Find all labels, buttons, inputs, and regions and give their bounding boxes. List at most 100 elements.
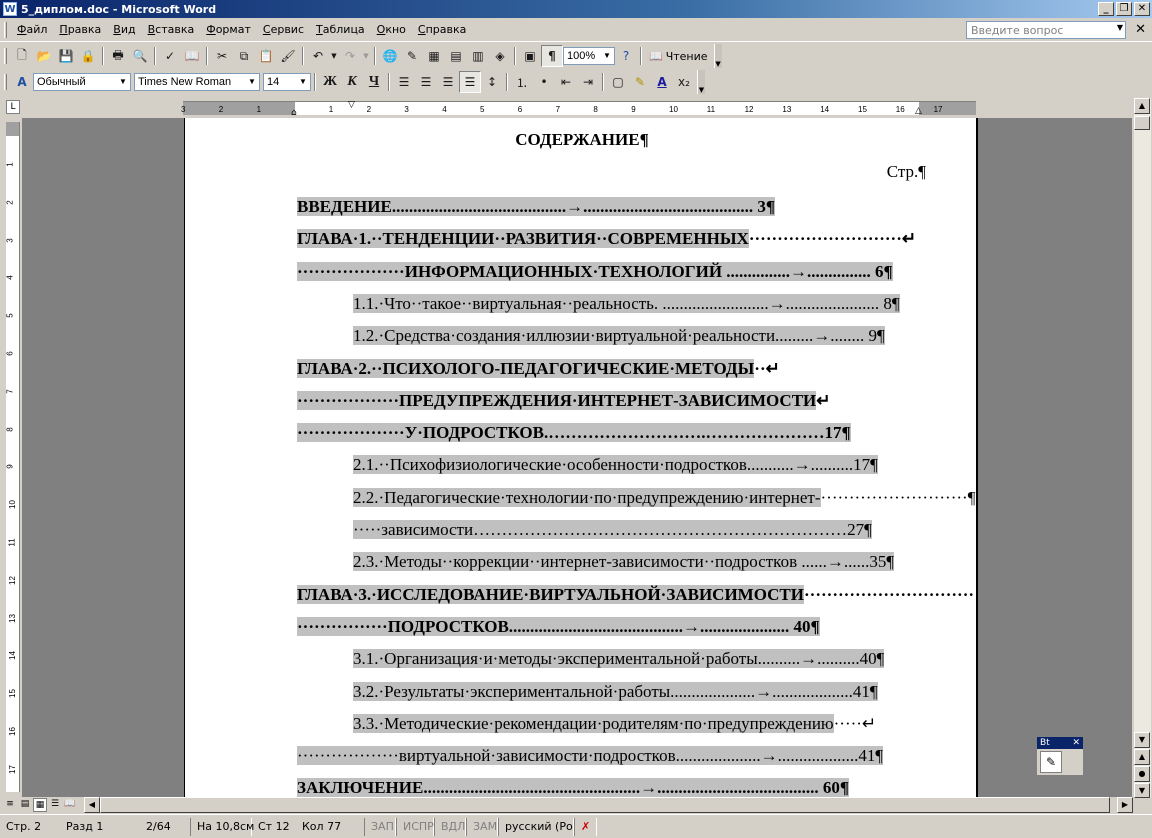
- status-extend[interactable]: ВДЛ: [434, 817, 466, 836]
- chevron-down-icon[interactable]: ▼: [117, 75, 129, 89]
- align-left-icon[interactable]: ☰: [393, 71, 415, 93]
- menu-item[interactable]: Формат: [200, 21, 257, 38]
- status-language[interactable]: русский (Ро: [498, 817, 574, 836]
- browse-object-button[interactable]: ●: [1134, 766, 1150, 782]
- toc-entry[interactable]: ГЛАВА·2.··ПСИХОЛОГО-ПЕДАГОГИЧЕСКИЕ·МЕТОД…: [297, 358, 780, 380]
- status-overtype[interactable]: ЗАМ: [466, 817, 498, 836]
- minimize-button[interactable]: _: [1098, 2, 1114, 16]
- maximize-button[interactable]: ❐: [1116, 2, 1132, 16]
- hyperlink-icon[interactable]: 🌐: [379, 45, 401, 67]
- menu-grip[interactable]: [4, 21, 7, 38]
- toc-entry[interactable]: 1.1.·Что··такое··виртуальная··реальность…: [353, 293, 900, 315]
- toc-entry[interactable]: ················ПОДРОСТКОВ..............…: [297, 616, 820, 638]
- toc-entry[interactable]: 3.3.·Методические·рекомендации·родителям…: [353, 713, 876, 735]
- paste-icon[interactable]: 📋: [255, 45, 277, 67]
- help-search-input[interactable]: Введите вопрос ▼: [966, 21, 1126, 39]
- document-area[interactable]: СОДЕРЖАНИЕ¶ Стр.¶ ВВЕДЕНИЕ..............…: [22, 118, 1132, 798]
- normal-view-icon[interactable]: ≡: [3, 798, 17, 812]
- vertical-ruler[interactable]: 1 2 3 4 5 6 7 8 9 10 11 12 13 14 15 16 17: [6, 122, 20, 792]
- redo-dropdown-icon[interactable]: ▼: [361, 45, 371, 67]
- status-position[interactable]: На 10,8см: [190, 817, 254, 836]
- toolbar-options-icon[interactable]: ▼: [713, 44, 722, 68]
- decrease-indent-icon[interactable]: ⇤: [555, 71, 577, 93]
- undo-dropdown-icon[interactable]: ▼: [329, 45, 339, 67]
- toc-entry[interactable]: ··················ПРЕДУПРЕЖДЕНИЯ·ИНТЕРНЕ…: [297, 390, 831, 412]
- chevron-down-icon[interactable]: ▼: [1117, 23, 1123, 32]
- status-column[interactable]: Кол 77: [296, 818, 364, 836]
- toc-entry[interactable]: ГЛАВА·3.·ИССЛЕДОВАНИЕ·ВИРТУАЛЬНОЙ·ЗАВИСИ…: [297, 584, 974, 606]
- font-select[interactable]: Times New Roman ▼: [134, 73, 260, 91]
- insert-table-icon[interactable]: ▦: [423, 45, 445, 67]
- web-view-icon[interactable]: ▤: [18, 798, 32, 812]
- menu-item[interactable]: Сервис: [257, 21, 310, 38]
- zoom-select[interactable]: 100% ▼: [563, 47, 615, 65]
- status-pages[interactable]: 2/64: [140, 818, 190, 836]
- help-icon[interactable]: ?: [615, 45, 637, 67]
- print-icon[interactable]: 🖶: [107, 45, 129, 67]
- scroll-left-button[interactable]: ◀: [84, 797, 100, 813]
- tab-selector[interactable]: L: [6, 100, 20, 114]
- menu-item[interactable]: Правка: [53, 21, 107, 38]
- toc-entry[interactable]: 2.2.·Педагогические·технологии·по·предуп…: [353, 487, 975, 509]
- toc-entry[interactable]: ···················У·ПОДРОСТКОВ.………………………: [297, 422, 851, 444]
- scroll-thumb[interactable]: [1134, 116, 1150, 130]
- justify-icon[interactable]: ☰: [459, 71, 481, 93]
- menu-item[interactable]: Файл: [11, 21, 53, 38]
- underline-button[interactable]: Ч: [363, 71, 385, 93]
- numbering-icon[interactable]: ⒈: [511, 71, 533, 93]
- toc-entry[interactable]: ВВЕДЕНИЕ................................…: [297, 196, 776, 218]
- redo-icon[interactable]: ↷: [339, 45, 361, 67]
- horizontal-scroll-thumb[interactable]: [100, 797, 1110, 813]
- drawing-icon[interactable]: ◈: [489, 45, 511, 67]
- toc-entry[interactable]: 1.2.·Средства·создания·иллюзии·виртуальн…: [353, 325, 885, 347]
- bold-button[interactable]: Ж: [319, 71, 341, 93]
- scroll-up-button[interactable]: ▲: [1134, 98, 1150, 114]
- toc-entry[interactable]: ··················виртуальной·зависимост…: [297, 745, 884, 767]
- menu-item[interactable]: Таблица: [310, 21, 371, 38]
- next-page-button[interactable]: ▼: [1134, 783, 1150, 798]
- tables-borders-icon[interactable]: ✎: [401, 45, 423, 67]
- toc-entry[interactable]: 3.2.·Результаты·экспериментальной·работы…: [353, 681, 878, 703]
- menu-item[interactable]: Вид: [107, 21, 141, 38]
- toc-entry[interactable]: ·····зависимости…………………………………………………………27…: [353, 519, 872, 541]
- outline-view-icon[interactable]: ☰: [48, 798, 62, 812]
- font-size-select[interactable]: 14 ▼: [263, 73, 311, 91]
- align-center-icon[interactable]: ☰: [415, 71, 437, 93]
- horizontal-scrollbar[interactable]: ≡ ▤ ▦ ☰ 📖 ◀ ▶: [0, 797, 1134, 814]
- status-line[interactable]: Ст 12: [252, 818, 296, 836]
- chevron-down-icon[interactable]: ▼: [297, 75, 309, 89]
- previous-page-button[interactable]: ▲: [1134, 749, 1150, 765]
- close-button[interactable]: ✕: [1134, 2, 1150, 16]
- toc-entry[interactable]: 2.3.·Методы··коррекции··интернет-зависим…: [353, 551, 895, 573]
- document-close-button[interactable]: ✕: [1135, 22, 1146, 37]
- italic-button[interactable]: К: [341, 71, 363, 93]
- toc-entry[interactable]: 3.1.·Организация·и·методы·эксперименталь…: [353, 648, 885, 670]
- font-color-icon[interactable]: A: [651, 71, 673, 93]
- new-document-icon[interactable]: 🗋: [11, 45, 33, 67]
- status-page[interactable]: Стр. 2: [0, 818, 60, 836]
- spelling-icon[interactable]: ✓: [159, 45, 181, 67]
- borders-icon[interactable]: ▢: [607, 71, 629, 93]
- chevron-down-icon[interactable]: ▼: [601, 49, 613, 63]
- line-spacing-icon[interactable]: ↕: [481, 71, 503, 93]
- menu-item[interactable]: Справка: [412, 21, 472, 38]
- insert-excel-icon[interactable]: ▤: [445, 45, 467, 67]
- spelling-status-icon[interactable]: ✗: [574, 817, 598, 836]
- open-folder-icon[interactable]: 📂: [33, 45, 55, 67]
- toolbar-grip[interactable]: [4, 48, 7, 64]
- vertical-scrollbar[interactable]: ▲ ▼ ▲ ● ▼: [1134, 98, 1151, 798]
- toc-entry[interactable]: ···················ИНФОРМАЦИОННЫХ·ТЕХНОЛ…: [297, 261, 893, 283]
- horizontal-ruler[interactable]: 3 2 1 1 2 3 4 5 6 7 8 9 10 11 12 13 14 15 16 17 ⌂ ▽ △: [181, 100, 976, 118]
- left-indent-marker[interactable]: ⌂: [291, 108, 297, 118]
- document-map-icon[interactable]: ▣: [519, 45, 541, 67]
- increase-indent-icon[interactable]: ⇥: [577, 71, 599, 93]
- reviewing-pane-icon[interactable]: ✎: [1040, 751, 1062, 773]
- columns-icon[interactable]: ▥: [467, 45, 489, 67]
- chevron-down-icon[interactable]: ▼: [246, 75, 258, 89]
- style-select[interactable]: Обычный ▼: [33, 73, 131, 91]
- menu-item[interactable]: Вставка: [142, 21, 201, 38]
- show-formatting-icon[interactable]: ¶: [541, 45, 563, 67]
- subscript-icon[interactable]: x₂: [673, 71, 695, 93]
- toolbar-grip[interactable]: [4, 74, 7, 90]
- reading-mode-button[interactable]: 📖 Чтение: [645, 50, 712, 63]
